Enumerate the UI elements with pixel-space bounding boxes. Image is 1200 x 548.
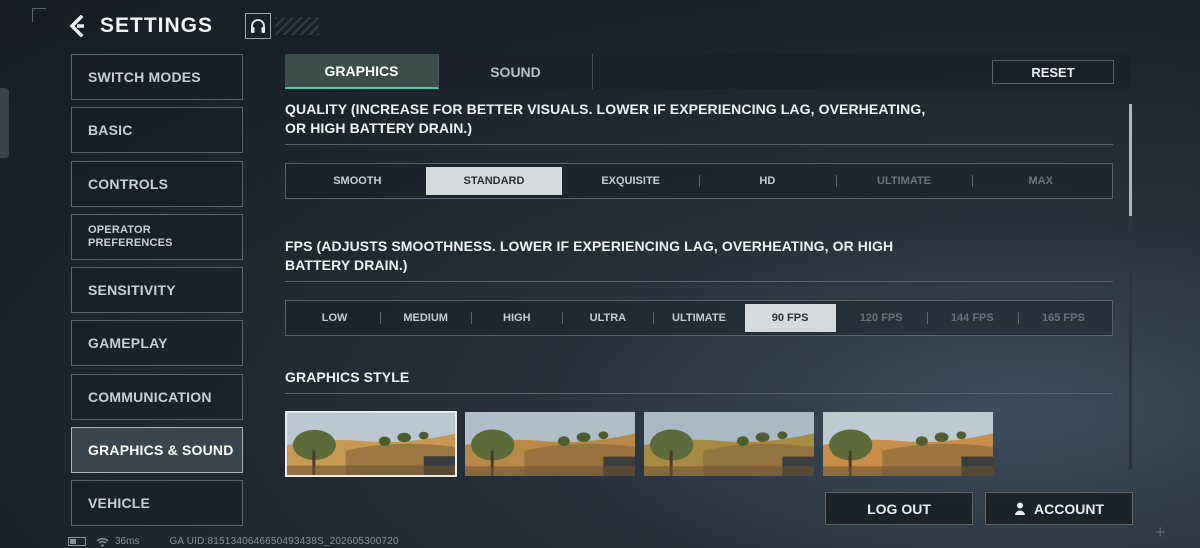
tab-graphics[interactable]: GRAPHICS (285, 54, 439, 89)
fps-option-90-fps[interactable]: 90 FPS (744, 304, 836, 332)
quality-option-standard[interactable]: STANDARD (425, 167, 563, 195)
fps-option-165-fps[interactable]: 165 FPS (1017, 304, 1109, 332)
logout-button[interactable]: LOG OUT (825, 492, 973, 525)
fps-option-high[interactable]: HIGH (471, 304, 562, 332)
sidebar-item-label: BASIC (88, 122, 133, 139)
content-scrollbar[interactable] (1129, 104, 1132, 470)
quality-option-exquisite[interactable]: EXQUISITE (562, 167, 699, 195)
quality-option-ultimate[interactable]: ULTIMATE (835, 167, 973, 195)
sidebar-item-operator-preferences[interactable]: OPERATOR PREFERENCES (71, 213, 243, 260)
scrollbar-thumb[interactable] (1129, 104, 1132, 216)
graphics-style-options (285, 411, 1113, 477)
fps-option-144-fps[interactable]: 144 FPS (926, 304, 1018, 332)
graphics-style-option-2[interactable] (464, 411, 636, 477)
uid-text: GA UID:8151340646650493438S_202605300720 (169, 536, 399, 547)
quality-selector: SMOOTH STANDARD EXQUISITE HD ULTIMATE MAX (285, 163, 1113, 199)
sidebar-item-label: CONTROLS (88, 175, 169, 192)
settings-content: QUALITY (INCREASE FOR BETTER VISUALS. LO… (285, 100, 1113, 477)
graphics-style-title: GRAPHICS STYLE (285, 369, 410, 385)
corner-mark (32, 8, 46, 22)
edge-pull-tab[interactable] (0, 88, 9, 158)
fps-option-120-fps[interactable]: 120 FPS (836, 304, 927, 332)
sidebar-item-label: GAMEPLAY (88, 335, 168, 352)
tab-sound[interactable]: SOUND (439, 54, 593, 89)
sidebar-item-sensitivity[interactable]: SENSITIVITY (71, 267, 243, 314)
back-button[interactable] (66, 12, 90, 40)
graphics-style-option-3[interactable] (643, 411, 815, 477)
sidebar-item-label: GRAPHICS & SOUND (88, 442, 234, 459)
back-arrow-icon (69, 15, 84, 37)
fps-option-low[interactable]: LOW (289, 304, 380, 332)
ping-value: 36ms (115, 536, 140, 547)
graphics-style-option-4[interactable] (822, 411, 994, 477)
landscape-thumbnail (644, 412, 814, 476)
landscape-thumbnail (823, 412, 993, 476)
divider (285, 144, 1113, 145)
divider (285, 281, 1113, 282)
wifi-icon (96, 537, 109, 547)
reset-button[interactable]: RESET (992, 60, 1114, 84)
sidebar-item-vehicle[interactable]: VEHICLE (71, 480, 243, 527)
fps-title: FPS (ADJUSTS SMOOTHNESS. LOWER IF EXPERI… (285, 238, 894, 273)
tab-bar: GRAPHICS SOUND RESET (285, 54, 1131, 89)
sidebar-item-graphics-sound[interactable]: GRAPHICS & SOUND (71, 427, 243, 474)
settings-screen: SETTINGS SWITCH MODES BASIC CONTROLS OPERAT… (0, 0, 1200, 548)
fps-option-medium[interactable]: MEDIUM (380, 304, 471, 332)
sidebar-item-switch-modes[interactable]: SWITCH MODES (71, 54, 243, 100)
sidebar-item-label: OPERATOR PREFERENCES (88, 223, 173, 249)
logout-label: LOG OUT (867, 500, 931, 517)
account-label: ACCOUNT (1034, 500, 1104, 517)
fps-option-ultimate[interactable]: ULTIMATE (653, 304, 744, 332)
sidebar-item-label: VEHICLE (88, 495, 151, 512)
user-icon (1014, 502, 1026, 515)
sidebar-item-basic[interactable]: BASIC (71, 107, 243, 154)
headset-button[interactable] (245, 13, 272, 39)
sidebar-item-controls[interactable]: CONTROLS (71, 160, 243, 207)
graphics-style-option-1[interactable] (285, 411, 457, 477)
battery-icon (68, 537, 86, 546)
landscape-thumbnail (287, 413, 455, 475)
quality-option-smooth[interactable]: SMOOTH (289, 167, 426, 195)
account-button[interactable]: ACCOUNT (985, 492, 1133, 525)
sidebar-item-communication[interactable]: COMMUNICATION (71, 373, 243, 420)
landscape-thumbnail (465, 412, 635, 476)
header: SETTINGS (66, 10, 320, 42)
sidebar: SWITCH MODES BASIC CONTROLS OPERATOR PREFER… (71, 54, 243, 534)
quality-option-hd[interactable]: HD (699, 167, 836, 195)
sidebar-item-label: SWITCH MODES (88, 69, 201, 85)
sidebar-item-label: SENSITIVITY (88, 282, 176, 299)
fps-selector: LOW MEDIUM HIGH ULTRA ULTIMATE 90 FPS 120 FPS 1… (285, 300, 1113, 336)
plus-mark: + (1155, 522, 1166, 542)
status-bar: 36ms GA UID:8151340646650493438S_2026053… (68, 536, 399, 547)
quality-title: QUALITY (INCREASE FOR BETTER VISUALS. LO… (285, 101, 926, 136)
headset-icon (251, 19, 266, 33)
sidebar-item-label: COMMUNICATION (88, 388, 212, 405)
page-title: SETTINGS (100, 14, 214, 37)
quality-option-max[interactable]: MAX (972, 167, 1109, 195)
sidebar-item-gameplay[interactable]: GAMEPLAY (71, 320, 243, 367)
decorative-hatch (275, 17, 320, 35)
fps-option-ultra[interactable]: ULTRA (562, 304, 653, 332)
divider (285, 393, 1113, 394)
